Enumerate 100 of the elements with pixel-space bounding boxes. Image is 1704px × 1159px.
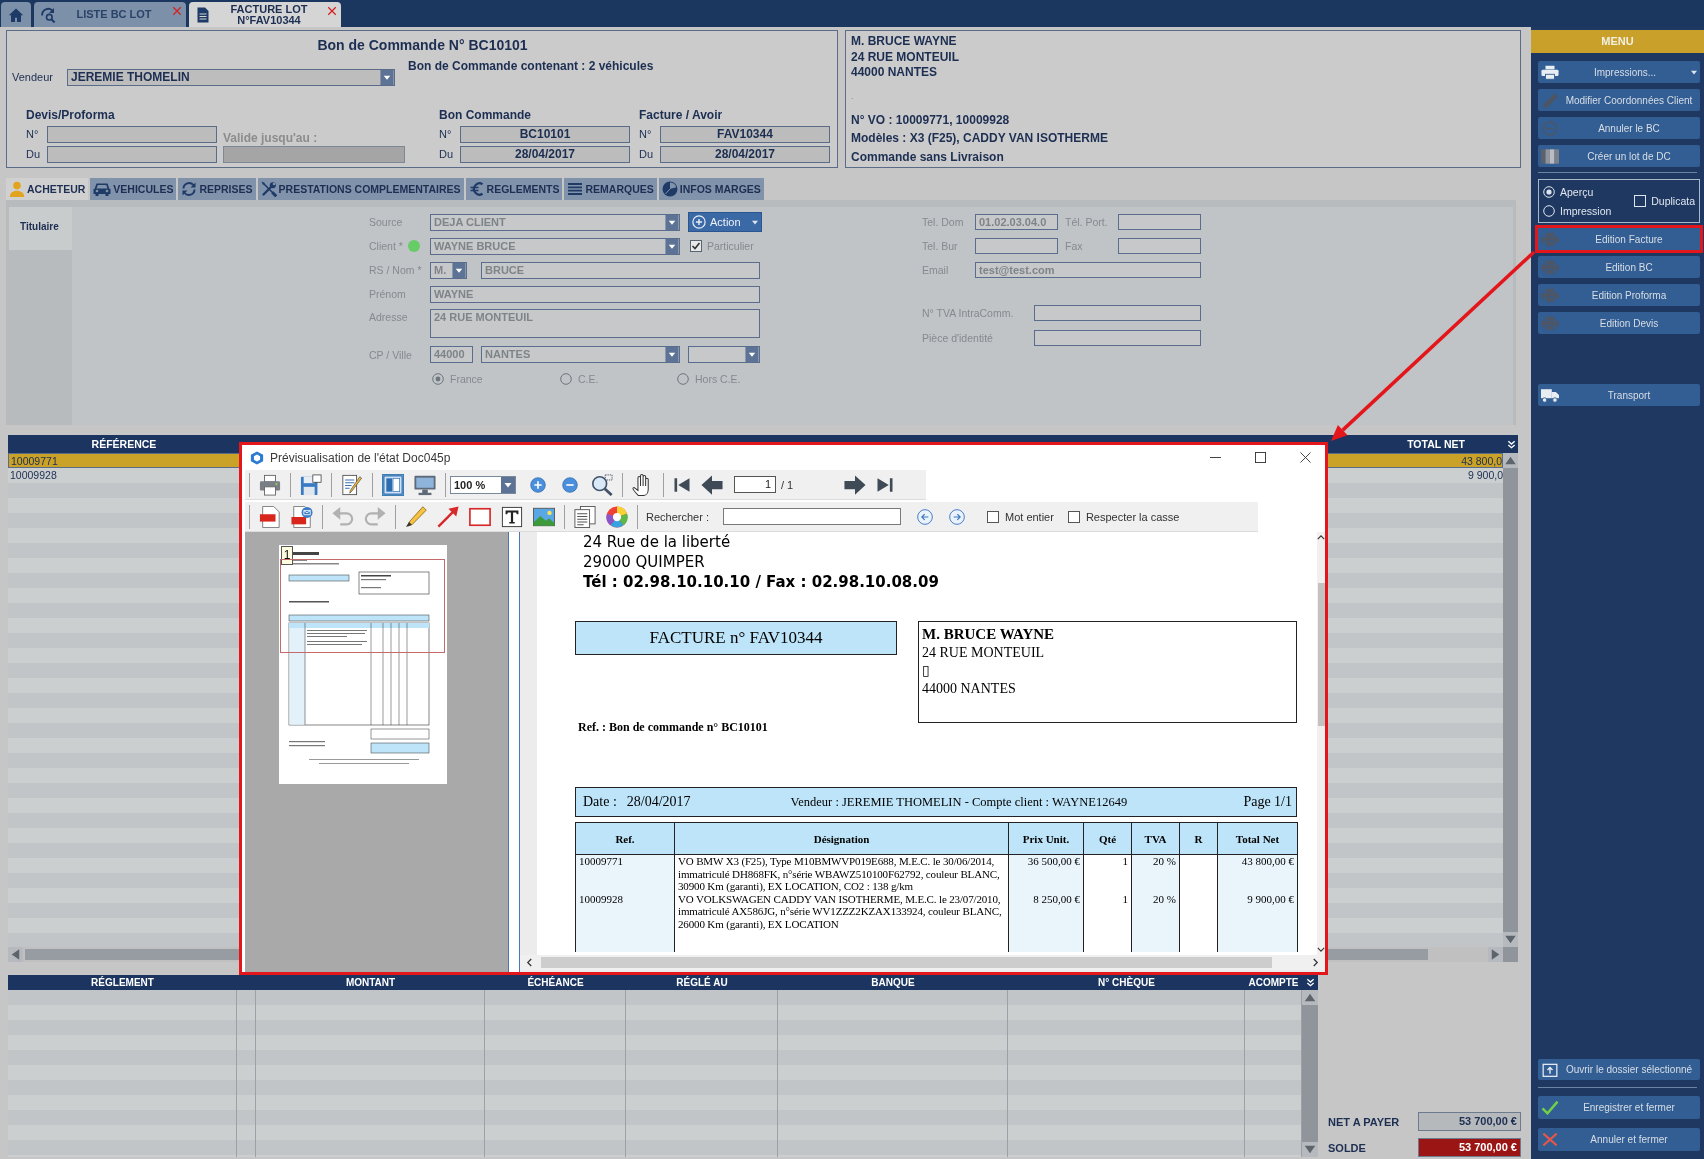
- radio-label: France: [450, 373, 483, 385]
- visible-area-frame[interactable]: [280, 559, 445, 653]
- cross-icon: [1541, 1132, 1559, 1147]
- field-label: N° TVA IntraComm.: [922, 306, 1015, 319]
- field-label: Du: [639, 147, 655, 162]
- checkbox[interactable]: [1067, 510, 1080, 523]
- printer-icon: [1541, 64, 1559, 80]
- vertical-scrollbar[interactable]: [1317, 532, 1325, 955]
- scroll-up-icon[interactable]: [1317, 534, 1325, 541]
- menu-button[interactable]: Enregistrer et fermer: [1538, 1096, 1700, 1119]
- rectangle-icon[interactable]: [469, 505, 491, 528]
- menu-button[interactable]: Annuler le BC: [1538, 117, 1700, 139]
- zoom-in-icon[interactable]: [530, 476, 546, 493]
- caret-icon: [752, 219, 758, 225]
- input-field[interactable]: BC10101: [460, 126, 630, 143]
- summary-line: Commande sans Livraison: [851, 148, 1005, 166]
- recipient-line: ▯: [922, 663, 930, 678]
- input-field[interactable]: 28/04/2017: [460, 146, 630, 163]
- section-tab[interactable]: VEHICULES: [90, 178, 177, 200]
- order-reference: Ref. : Bon de commande n° BC10101: [578, 720, 768, 734]
- section-tab[interactable]: REMARQUES: [564, 178, 657, 200]
- sender-contact-line: Tél : 02.98.10.10.10 / Fax : 02.98.10.08.09: [582, 572, 940, 592]
- menu-button[interactable]: Créer un lot de DC: [1538, 145, 1700, 167]
- color-wheel-icon[interactable]: [606, 505, 628, 528]
- menu-header: MENU: [1531, 30, 1704, 53]
- table-cell: 20 %: [1153, 892, 1176, 905]
- input-field[interactable]: [47, 126, 217, 143]
- close-icon[interactable]: [1300, 452, 1311, 463]
- menu-button[interactable]: Edition BC: [1538, 256, 1700, 278]
- total-label: SOLDE: [1328, 1141, 1367, 1154]
- column-header: Ref.: [575, 822, 675, 855]
- input-field[interactable]: FAV10344: [660, 126, 830, 143]
- input-field[interactable]: 28/04/2017: [660, 146, 830, 163]
- table-cell: 20 %: [1153, 855, 1176, 867]
- zoom-select[interactable]: 100 %: [450, 475, 516, 494]
- pencil-icon[interactable]: [405, 505, 427, 528]
- search-field[interactable]: [723, 508, 901, 525]
- page-field[interactable]: 1: [734, 476, 776, 493]
- menu-button[interactable]: Impressions...: [1538, 61, 1700, 83]
- tab[interactable]: LISTE BC LOT: [34, 2, 186, 27]
- first-page-icon[interactable]: [673, 475, 691, 494]
- disk-icon[interactable]: [300, 473, 322, 496]
- right-arrow-icon[interactable]: [844, 473, 867, 496]
- double-chevron-down-icon[interactable]: [1305, 978, 1315, 987]
- tab[interactable]: FACTURE LOT N°FAV10344: [189, 2, 341, 27]
- menu-button[interactable]: Transport: [1538, 384, 1700, 406]
- address-line: M. BRUCE WAYNE: [851, 34, 958, 50]
- column-header: Total Net: [1217, 822, 1298, 855]
- scroll-left-icon[interactable]: [526, 958, 533, 967]
- radio-label: Hors C.E.: [695, 373, 741, 385]
- menu-button[interactable]: Annuler et fermer: [1538, 1128, 1700, 1151]
- maximize-icon[interactable]: [1255, 452, 1266, 463]
- checkbox-label: Duplicata: [1651, 195, 1695, 207]
- minus-circle-icon: [1541, 120, 1559, 136]
- table-cell: 1: [1122, 892, 1128, 905]
- home-tab[interactable]: [1, 2, 31, 27]
- magnifier-icon[interactable]: [591, 473, 613, 496]
- column-header: N° CHÈQUE: [1097, 977, 1156, 988]
- field-label: N°: [639, 127, 653, 142]
- input-field[interactable]: [47, 146, 217, 163]
- section-tab[interactable]: ACHETEUR: [6, 178, 89, 200]
- menu-button[interactable]: Modifier Coordonnées Client: [1538, 89, 1700, 111]
- table-cell: VO BMW X3 (F25), Type M10BMWVP019E688, M.E.C. le 30/06/2014, immatriculé DH868FK, n°série WBAWZ510100F62792, couleur BLANC, 30900 Km (garanti), EX LOCATION, CO2 : 138 g/km: [678, 855, 1000, 892]
- menu-button[interactable]: Edition Devis: [1538, 312, 1700, 334]
- monitor-icon[interactable]: [414, 473, 436, 496]
- pdf-email-icon[interactable]: [291, 505, 313, 528]
- notepad-pencil-icon[interactable]: [341, 473, 363, 496]
- vendor-select[interactable]: JEREMIE THOMELIN: [67, 69, 395, 86]
- horizontal-scrollbar[interactable]: [520, 955, 1325, 970]
- notes-icon[interactable]: [574, 505, 596, 528]
- section-tab[interactable]: INFOS MARGES: [658, 178, 764, 200]
- scroll-right-icon[interactable]: [1312, 958, 1319, 967]
- column-header: TVA: [1131, 822, 1180, 855]
- last-page-icon[interactable]: [876, 475, 895, 494]
- image-icon[interactable]: [533, 505, 555, 528]
- column-header: BANQUE: [870, 977, 916, 988]
- checkbox[interactable]: [987, 510, 999, 523]
- page-thumbnail-drawing[interactable]: [279, 545, 447, 784]
- section-tab[interactable]: REGLEMENTS: [465, 178, 563, 200]
- column-header: RÉGLÉ AU: [675, 977, 729, 988]
- zoom-out-icon[interactable]: [562, 476, 578, 493]
- print-icon[interactable]: [259, 473, 281, 496]
- arrow-icon[interactable]: [437, 505, 459, 528]
- single-page-icon[interactable]: [382, 473, 404, 496]
- text-box-icon[interactable]: [501, 505, 523, 528]
- refresh-search-icon: [40, 6, 56, 23]
- menu-button[interactable]: Edition Proforma: [1538, 284, 1700, 306]
- pane-splitter[interactable]: [508, 532, 520, 972]
- section-tab[interactable]: REPRISES: [178, 178, 256, 200]
- menu-button[interactable]: Ouvrir le dossier sélectionné: [1538, 1059, 1700, 1080]
- scroll-down-icon[interactable]: [1317, 946, 1325, 953]
- pdf-icon[interactable]: [259, 505, 281, 528]
- menu-button[interactable]: Edition Facture: [1535, 225, 1703, 253]
- table-cell: VO VOLKSWAGEN CADDY VAN ISOTHERME, M.E.C. le 23/07/2010, immatriculé AX586JG, n°série WV1ZZZ2KZAX133924, couleur BLANC, 26000 Km (garanti), EX LOCATION: [678, 892, 1002, 930]
- section-tab[interactable]: PRESTATIONS COMPLEMENTAIRES: [257, 178, 464, 200]
- radio-label: C.E.: [578, 373, 599, 385]
- left-arrow-icon[interactable]: [701, 473, 723, 496]
- total-label: NET A PAYER: [1328, 1115, 1401, 1128]
- double-chevron-down-icon[interactable]: [1507, 439, 1516, 449]
- printer-icon: [1541, 259, 1559, 275]
